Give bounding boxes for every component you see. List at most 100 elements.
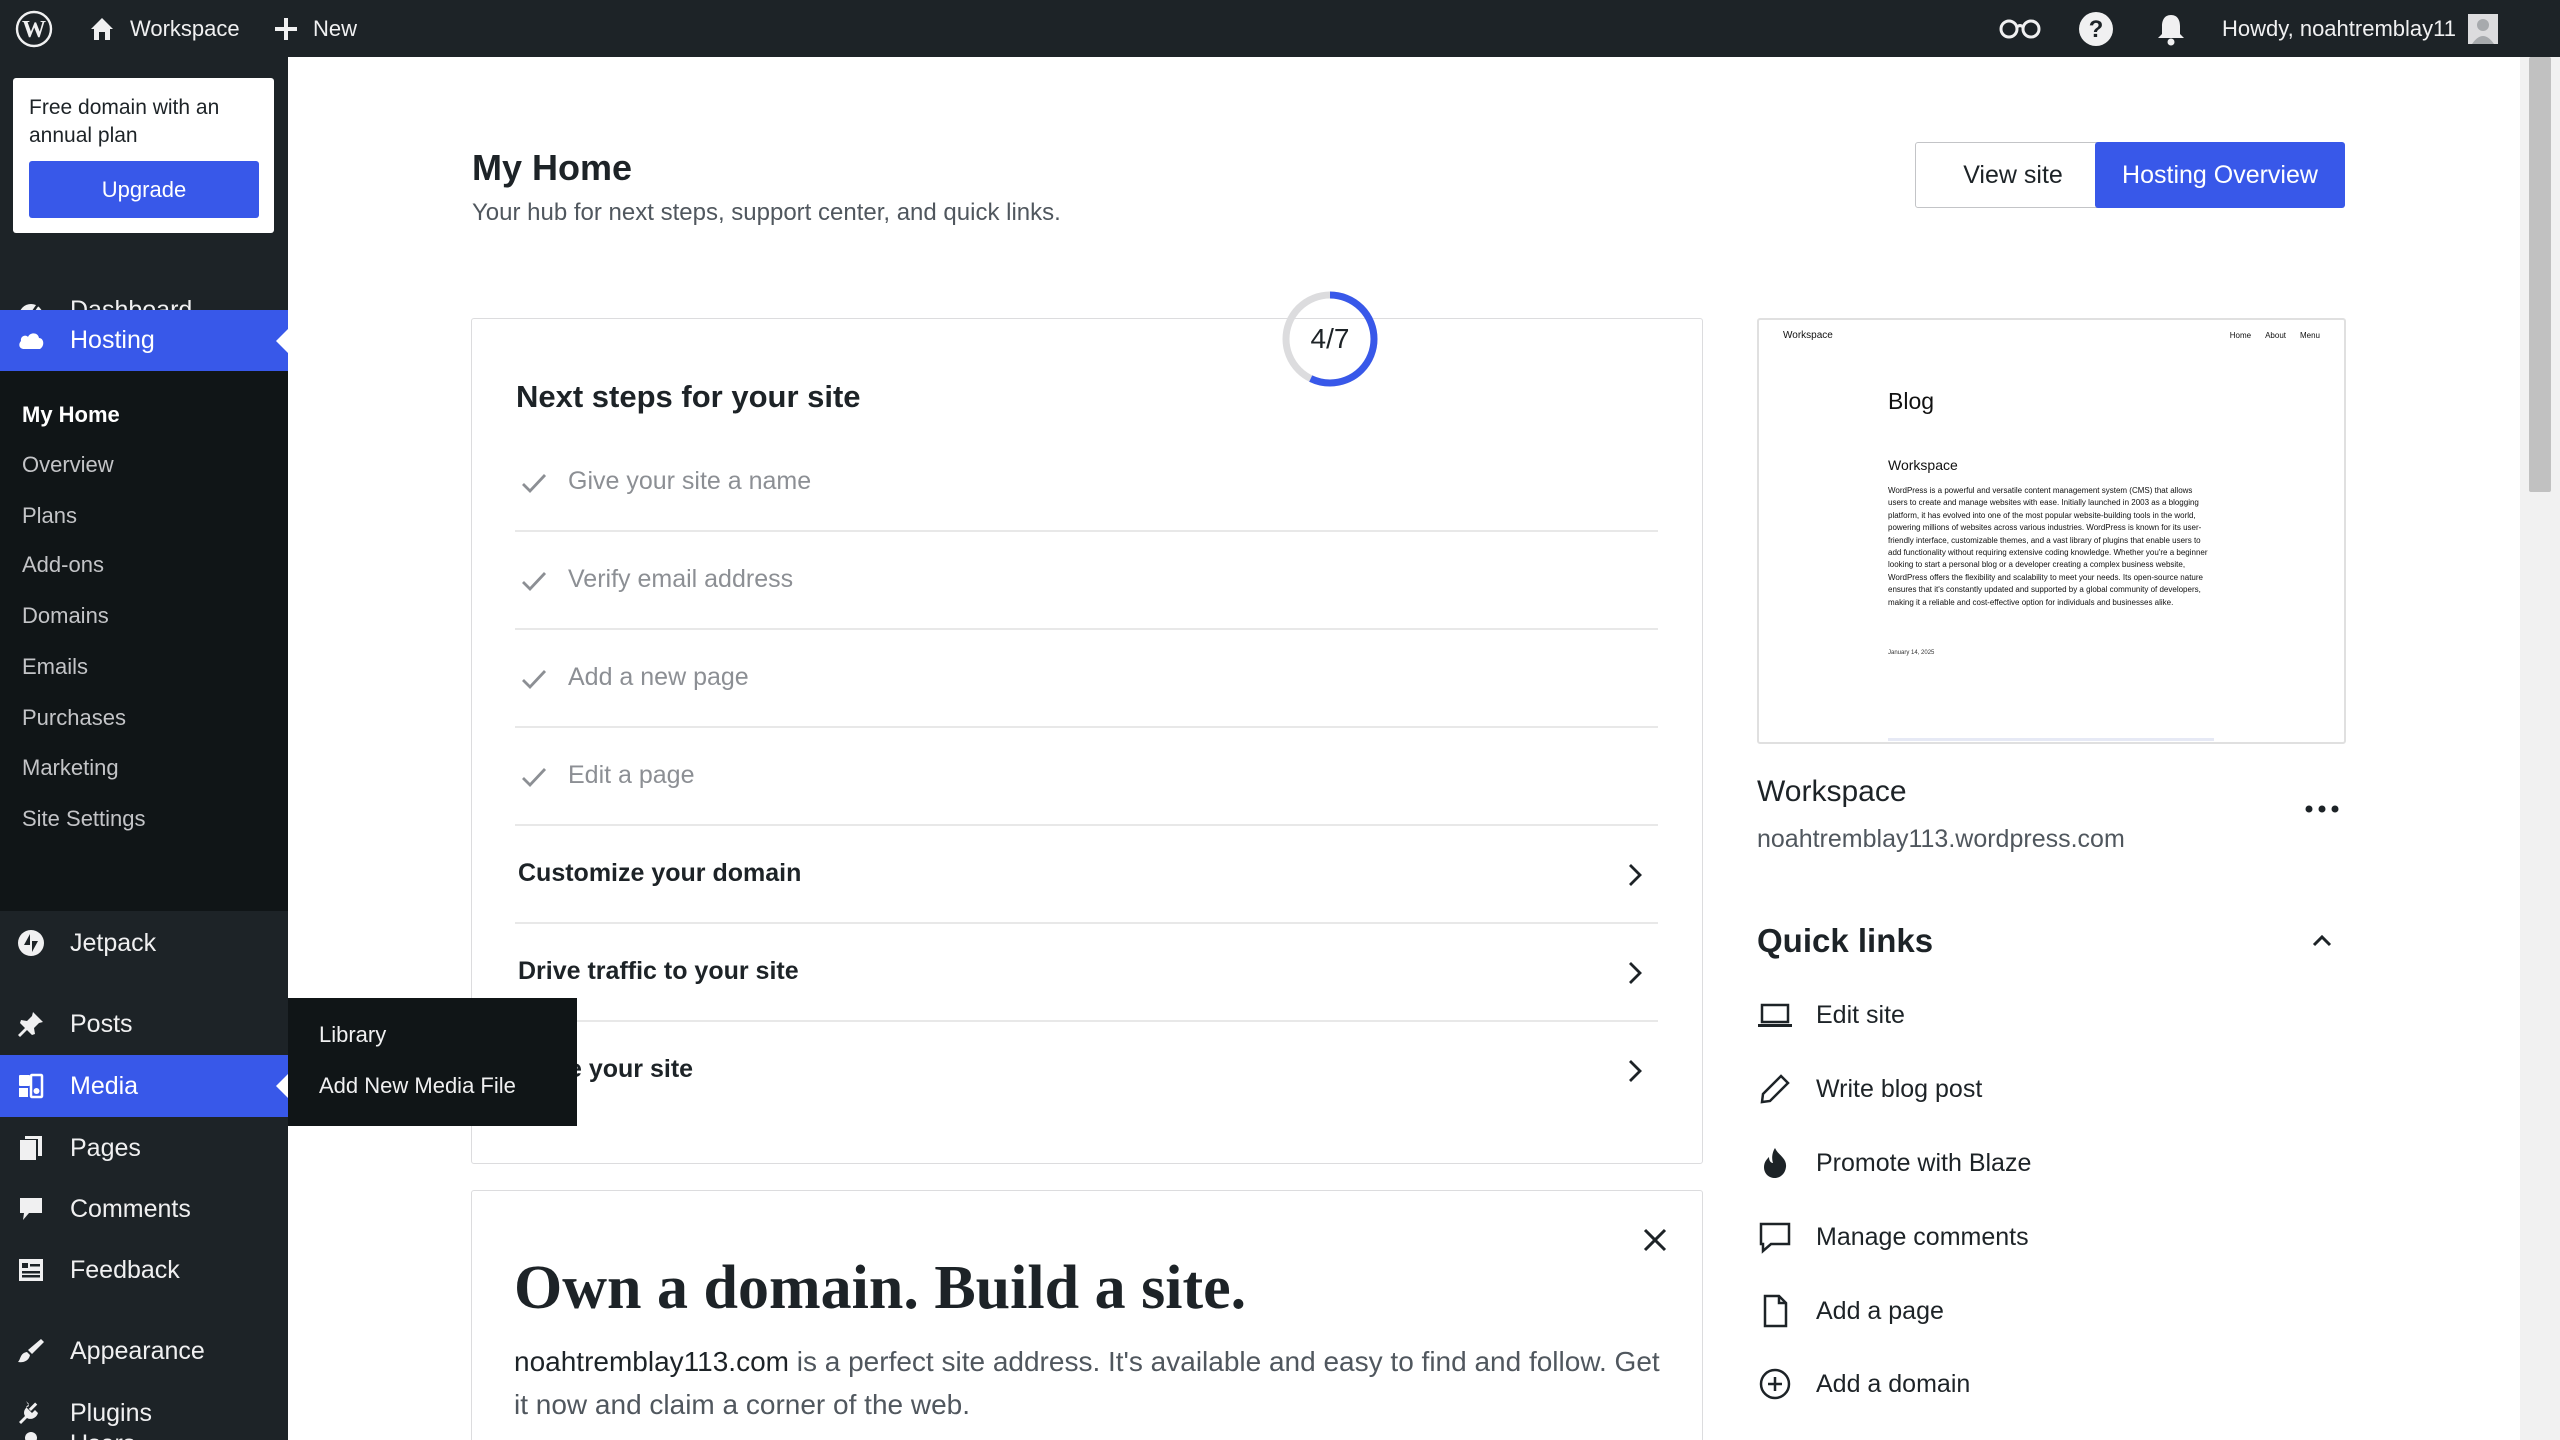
task-label: Give your site a name <box>568 467 812 495</box>
quick-link-label: Promote with Blaze <box>1816 1148 2032 1177</box>
preview-heading: Blog <box>1888 388 1935 414</box>
speech-bubble-icon <box>17 1195 45 1223</box>
submenu-item-emails[interactable]: Emails <box>22 654 88 680</box>
flyout-item-add-new-media[interactable]: Add New Media File <box>319 1073 516 1099</box>
site-title: Workspace <box>1757 775 1907 808</box>
submenu-item-purchases[interactable]: Purchases <box>22 705 126 731</box>
reader-icon[interactable] <box>1998 0 2042 57</box>
site-name-link[interactable]: Workspace <box>88 0 240 57</box>
howdy-label: Howdy, noahtremblay11 <box>2222 15 2456 41</box>
quick-link-add-page[interactable]: Add a page <box>1757 1291 1944 1331</box>
sidebar-item-pages[interactable]: Pages <box>0 1117 288 1179</box>
sidebar-item-label: Appearance <box>70 1336 205 1365</box>
laptop-icon <box>1757 997 1793 1033</box>
users-icon <box>17 1430 45 1440</box>
task-label: Add a new page <box>568 663 749 691</box>
quick-link-edit-site[interactable]: Edit site <box>1757 995 1905 1035</box>
home-icon <box>88 15 116 43</box>
quick-link-promote-blaze[interactable]: Promote with Blaze <box>1757 1143 2031 1183</box>
pushpin-icon <box>17 1010 45 1038</box>
task-row-completed[interactable]: Add a new page <box>515 630 1658 728</box>
preview-nav-item: Menu <box>2299 331 2320 340</box>
chevron-right-icon <box>1620 959 1648 987</box>
hosting-overview-button[interactable]: Hosting Overview <box>2095 142 2345 208</box>
hosting-submenu: My Home Overview Plans Add-ons Domains E… <box>0 371 288 911</box>
sidebar-item-posts[interactable]: Posts <box>0 993 288 1055</box>
preview-footer-strip <box>1888 738 2214 741</box>
task-row-completed[interactable]: Give your site a name <box>515 434 1658 532</box>
next-steps-title: Next steps for your site <box>516 379 861 414</box>
plus-icon <box>273 16 299 42</box>
quick-link-add-domain[interactable]: Add a domain <box>1757 1364 1970 1404</box>
upgrade-button[interactable]: Upgrade <box>29 161 259 218</box>
quick-links-title: Quick links <box>1757 922 1934 959</box>
submenu-item-site-settings[interactable]: Site Settings <box>22 806 146 832</box>
jetpack-icon <box>17 929 45 957</box>
task-row-completed[interactable]: Edit a page <box>515 728 1658 826</box>
submenu-item-my-home[interactable]: My Home <box>22 402 120 428</box>
sidebar-item-label: Feedback <box>70 1255 180 1284</box>
help-icon[interactable]: ? <box>2078 0 2114 57</box>
checkmark-icon <box>520 665 548 693</box>
checkmark-icon <box>520 567 548 595</box>
pages-icon <box>17 1134 45 1162</box>
checkmark-icon <box>520 469 548 497</box>
submenu-item-overview[interactable]: Overview <box>22 452 114 478</box>
sidebar-item-feedback[interactable]: Feedback <box>0 1239 288 1301</box>
view-site-button[interactable]: View site <box>1915 142 2111 208</box>
submenu-item-add-ons[interactable]: Add-ons <box>22 552 104 578</box>
sidebar-item-appearance[interactable]: Appearance <box>0 1320 288 1382</box>
page-scrollbar[interactable] <box>2520 57 2560 1440</box>
sidebar-item-media[interactable]: Media <box>0 1055 288 1117</box>
chevron-right-icon <box>1620 1057 1648 1085</box>
quick-link-label: Add a page <box>1816 1296 1944 1325</box>
page-icon <box>1757 1293 1793 1329</box>
sidebar-item-users[interactable]: Users <box>0 1413 288 1440</box>
upgrade-promo-card: Free domain with an annual plan Upgrade <box>13 78 274 233</box>
site-preview-thumbnail[interactable]: Workspace Home About Menu Blog Workspace… <box>1757 318 2346 744</box>
quick-link-write-blog-post[interactable]: Write blog post <box>1757 1069 1982 1109</box>
new-content-link[interactable]: New <box>273 0 357 57</box>
submenu-item-domains[interactable]: Domains <box>22 603 109 629</box>
task-row-drive-traffic[interactable]: Drive traffic to your site <box>515 924 1658 1022</box>
close-icon[interactable] <box>1640 1225 1670 1255</box>
task-row-customize-domain[interactable]: Customize your domain <box>515 826 1658 924</box>
task-row-site[interactable]: e your site <box>515 1022 1658 1120</box>
svg-text:?: ? <box>2089 16 2104 43</box>
domain-promo-text: noahtremblay113.com is a perfect site ad… <box>514 1340 1664 1426</box>
preview-date: January 14, 2025 <box>1888 650 1935 656</box>
sidebar-item-label: Hosting <box>70 326 155 354</box>
chevron-right-icon <box>1620 861 1648 889</box>
sidebar-item-label: Jetpack <box>70 928 157 957</box>
admin-bar: W Workspace New ? Howdy, noahtremblay11 <box>0 0 2560 57</box>
preview-nav-item: About <box>2265 331 2286 340</box>
sidebar-item-label: Comments <box>70 1194 191 1223</box>
more-options-icon[interactable] <box>2300 795 2344 823</box>
submenu-item-marketing[interactable]: Marketing <box>22 755 119 781</box>
wordpress-logo-icon[interactable]: W <box>15 0 55 57</box>
sidebar-item-comments[interactable]: Comments <box>0 1178 288 1240</box>
sidebar-item-jetpack[interactable]: Jetpack <box>0 912 288 974</box>
task-row-completed[interactable]: Verify email address <box>515 532 1658 630</box>
suggested-domain: noahtremblay113.com <box>514 1346 789 1377</box>
quick-link-label: Add a domain <box>1816 1369 1971 1398</box>
page-title: My Home <box>472 147 633 188</box>
user-account-menu[interactable]: Howdy, noahtremblay11 <box>2222 0 2498 57</box>
promo-text: Free domain with an annual plan <box>29 96 220 147</box>
notifications-bell-icon[interactable] <box>2155 0 2187 57</box>
flyout-item-library[interactable]: Library <box>319 1022 386 1048</box>
domain-promo-title: Own a domain. Build a site. <box>514 1254 1247 1322</box>
chevron-up-icon[interactable] <box>2307 926 2337 956</box>
preview-brand: Workspace <box>1783 330 1833 341</box>
scrollbar-thumb[interactable] <box>2529 57 2551 492</box>
avatar <box>2467 13 2498 44</box>
task-label: Customize your domain <box>518 859 802 887</box>
sidebar-item-hosting[interactable]: Hosting <box>0 310 288 371</box>
task-label: e your site <box>568 1055 694 1083</box>
quick-link-label: Write blog post <box>1816 1074 1983 1103</box>
quick-link-manage-comments[interactable]: Manage comments <box>1757 1217 2029 1257</box>
site-url[interactable]: noahtremblay113.wordpress.com <box>1757 825 2125 854</box>
task-label: Drive traffic to your site <box>518 957 799 985</box>
checkmark-icon <box>520 763 548 791</box>
submenu-item-plans[interactable]: Plans <box>22 503 77 529</box>
